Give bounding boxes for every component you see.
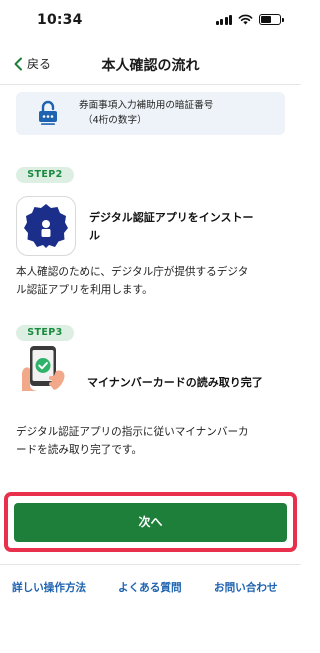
wifi-icon (238, 14, 253, 25)
how-to-link[interactable]: 詳しい操作方法 (12, 580, 86, 595)
pin-info-line2: （4桁の数字） (83, 115, 147, 126)
step2-title-line2: ル (89, 229, 100, 242)
nav-divider (0, 84, 301, 85)
contact-link[interactable]: お問い合わせ (214, 580, 278, 595)
page-title: 本人確認の流れ (101, 58, 200, 74)
step3-title: マイナンバーカードの読み取り完了 (87, 376, 263, 389)
step3-desc-line2: ードを読み取り完了です。 (16, 444, 143, 456)
faq-link[interactable]: よくある質問 (118, 580, 182, 595)
footer-divider (0, 564, 301, 565)
step3-description: デジタル認証アプリの指示に従いマイナンバーカ ードを読み取り完了です。 (16, 423, 288, 459)
digital-auth-app-icon (16, 196, 76, 256)
status-icons (215, 14, 284, 25)
nav-header: 戻る 本人確認の流れ (0, 48, 301, 84)
step2-title: デジタル認証アプリをインストー ル (89, 209, 254, 245)
next-button[interactable]: 次へ (14, 503, 287, 542)
status-time: 10:34 (37, 12, 83, 28)
pin-info-text: 券面事項入力補助用の暗証番号 （4桁の数字） (79, 98, 213, 128)
pin-info-line1: 券面事項入力補助用の暗証番号 (79, 100, 214, 111)
badge-seal-icon (24, 204, 68, 248)
phone-check-icon (22, 346, 65, 391)
pin-info-card: 券面事項入力補助用の暗証番号 （4桁の数字） (16, 92, 285, 135)
signal-icon (215, 14, 232, 25)
step2-title-line1: デジタル認証アプリをインストー (89, 211, 254, 224)
step2-description: 本人確認のために、デジタル庁が提供するデジタ ル認証アプリを利用します。 (16, 263, 288, 299)
step2-badge: STEP2 (16, 167, 74, 183)
padlock-icon (39, 100, 57, 125)
step3-badge: STEP3 (16, 325, 74, 341)
step2-desc-line2: ル認証アプリを利用します。 (16, 284, 153, 296)
battery-icon (259, 14, 284, 25)
status-bar: 10:34 (0, 0, 301, 40)
step3-desc-line1: デジタル認証アプリの指示に従いマイナンバーカ (16, 426, 249, 438)
step2-desc-line1: 本人確認のために、デジタル庁が提供するデジタ (16, 266, 249, 278)
